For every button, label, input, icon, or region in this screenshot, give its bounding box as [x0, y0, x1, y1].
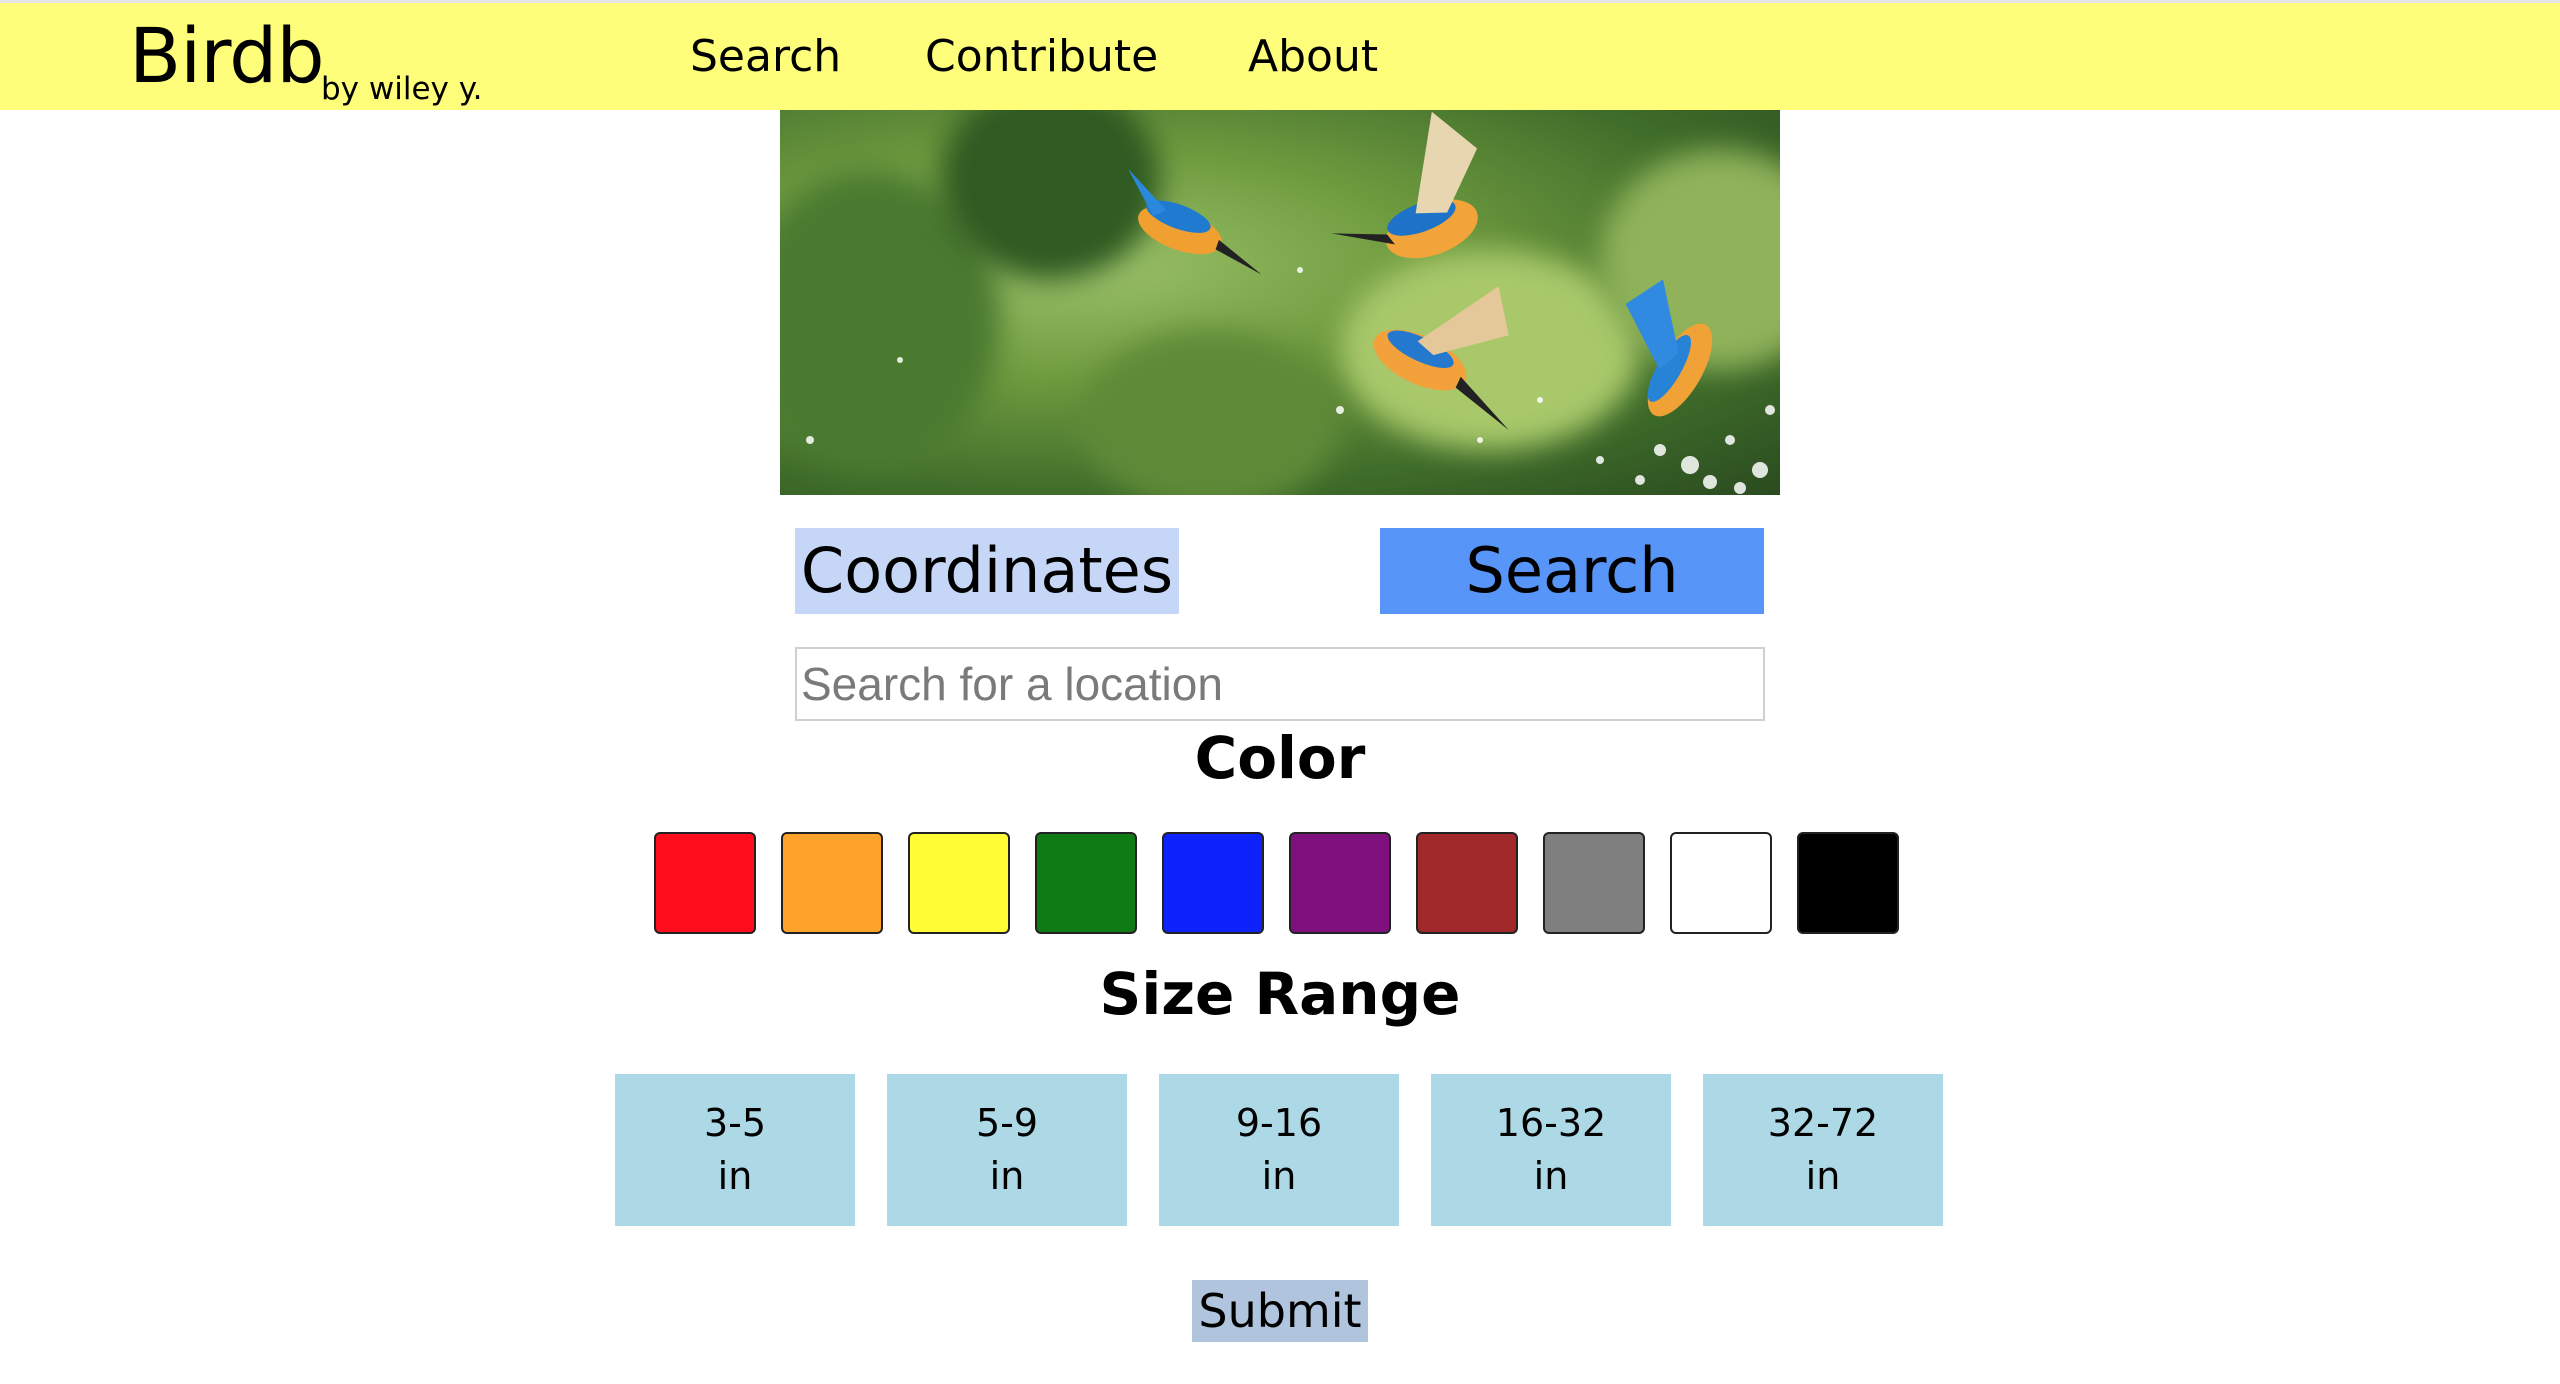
size-range-3-5[interactable]: 3-5 in — [615, 1074, 855, 1226]
nav-contribute[interactable]: Contribute — [925, 27, 1158, 87]
color-swatch-black[interactable] — [1797, 832, 1899, 934]
submit-button[interactable]: Submit — [1192, 1280, 1368, 1342]
size-range-32-72[interactable]: 32-72 in — [1703, 1074, 1943, 1226]
color-swatch-gray[interactable] — [1543, 832, 1645, 934]
nav-about[interactable]: About — [1248, 27, 1378, 87]
size-unit-label: in — [1261, 1154, 1297, 1198]
color-swatch-orange[interactable] — [781, 832, 883, 934]
size-unit-label: in — [717, 1154, 753, 1198]
kingfishers-illustration — [806, 111, 1775, 494]
size-range-label: 32-72 — [1767, 1101, 1879, 1145]
brand-byline: by wiley y. — [321, 71, 483, 107]
coordinates-button[interactable]: Coordinates — [795, 528, 1179, 614]
size-unit-label: in — [1805, 1154, 1841, 1198]
brand-logo[interactable]: Birdb — [129, 11, 325, 101]
color-heading: Color — [1194, 724, 1366, 792]
size-unit-label: in — [1533, 1154, 1569, 1198]
size-range-label: 3-5 — [703, 1101, 767, 1145]
color-swatch-purple[interactable] — [1289, 832, 1391, 934]
color-swatch-white[interactable] — [1670, 832, 1772, 934]
size-range-heading: Size Range — [1099, 960, 1461, 1028]
search-mode-button[interactable]: Search — [1380, 528, 1764, 614]
size-range-label: 5-9 — [975, 1101, 1039, 1145]
size-range-16-32[interactable]: 16-32 in — [1431, 1074, 1671, 1226]
location-search-input[interactable] — [795, 647, 1765, 721]
color-swatch-blue[interactable] — [1162, 832, 1264, 934]
size-range-5-9[interactable]: 5-9 in — [887, 1074, 1127, 1226]
size-range-9-16[interactable]: 9-16 in — [1159, 1074, 1399, 1226]
color-swatch-red[interactable] — [654, 832, 756, 934]
nav-search[interactable]: Search — [690, 27, 841, 87]
size-unit-label: in — [989, 1154, 1025, 1198]
size-range-label: 16-32 — [1495, 1101, 1607, 1145]
color-swatch-yellow[interactable] — [908, 832, 1010, 934]
color-swatch-brown[interactable] — [1416, 832, 1518, 934]
color-swatch-green[interactable] — [1035, 832, 1137, 934]
size-range-label: 9-16 — [1235, 1101, 1323, 1145]
top-nav-bar: Birdb by wiley y. Search Contribute Abou… — [0, 0, 2560, 110]
hero-bird-image — [780, 110, 1780, 495]
